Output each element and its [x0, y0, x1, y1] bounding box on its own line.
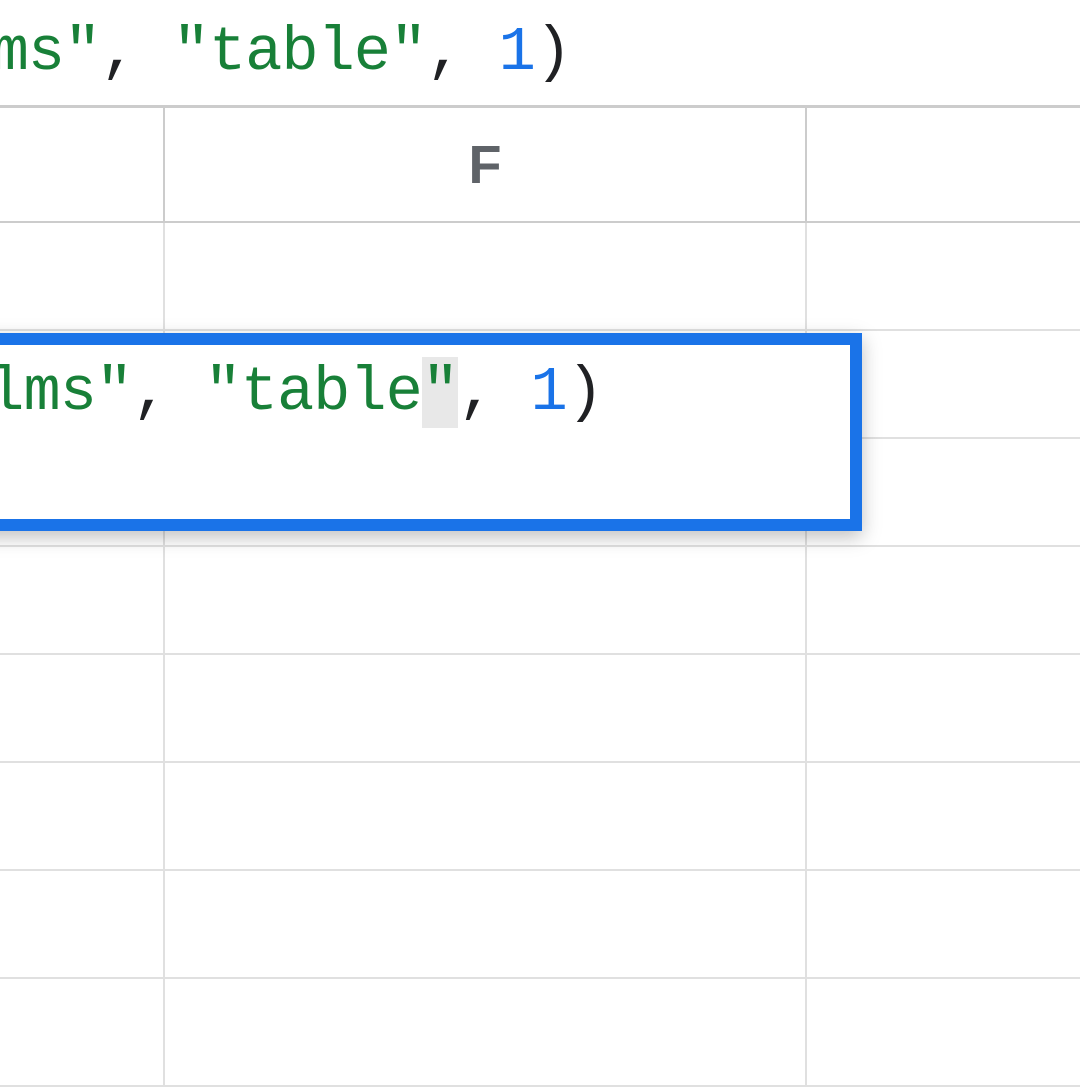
formula-bar-content: =IMPORTHTML("g_films", "table", 1) [0, 17, 571, 88]
table-row [0, 655, 1080, 763]
table-row [0, 547, 1080, 655]
cell[interactable] [165, 223, 807, 331]
cell[interactable] [807, 223, 1080, 331]
cell-editor[interactable]: =IMPORTHTML("_films", "table", 1) [0, 333, 862, 531]
cell[interactable] [0, 655, 165, 763]
formula-bar[interactable]: =IMPORTHTML("g_films", "table", 1) [0, 0, 1080, 108]
table-row [0, 979, 1080, 1087]
cell[interactable] [0, 979, 165, 1087]
spreadsheet-grid[interactable]: E F G [0, 108, 1080, 1080]
cell[interactable] [0, 547, 165, 655]
cell[interactable] [0, 223, 165, 331]
column-header-e[interactable]: E [0, 108, 165, 221]
column-header-label: F [469, 134, 502, 196]
cell[interactable] [165, 763, 807, 871]
cell[interactable] [165, 655, 807, 763]
cell[interactable] [165, 547, 807, 655]
cell[interactable] [807, 655, 1080, 763]
column-header-f[interactable]: F [165, 108, 807, 221]
cell[interactable] [807, 871, 1080, 979]
table-row [0, 871, 1080, 979]
table-row [0, 763, 1080, 871]
cell-editor-content: =IMPORTHTML("_films", "table", 1) [0, 357, 603, 428]
cell[interactable] [807, 979, 1080, 1087]
cell[interactable] [165, 979, 807, 1087]
cell[interactable] [165, 871, 807, 979]
column-header-g[interactable]: G [807, 108, 1080, 221]
cell[interactable] [0, 871, 165, 979]
table-row [0, 223, 1080, 331]
cell[interactable] [807, 763, 1080, 871]
column-headers: E F G [0, 108, 1080, 223]
cell[interactable] [0, 763, 165, 871]
cell[interactable] [807, 547, 1080, 655]
